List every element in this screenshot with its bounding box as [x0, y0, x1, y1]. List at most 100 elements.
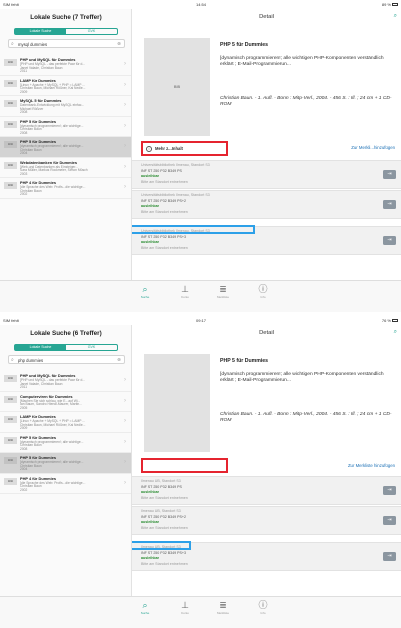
segment-gvk[interactable]: GVK: [66, 29, 117, 34]
item-year: 2004: [20, 467, 28, 471]
chevron-right-icon: ›: [124, 61, 126, 67]
list-item[interactable]: BIB PHP und MySQL für Dummies [PHP und MyS…: [0, 55, 131, 76]
list-item[interactable]: BIB Computerviren für Dummies [Machen Sie …: [0, 391, 131, 412]
share-icon[interactable]: ⇥: [383, 552, 396, 561]
search-field[interactable]: ⌕ mysql dummies ⊗: [8, 39, 125, 48]
search-input[interactable]: mysql dummies: [18, 42, 47, 47]
item-year: 2002: [20, 487, 28, 492]
list-item-selected[interactable]: BIB PHP 5 für Dummies [dynamisch programmi…: [0, 453, 131, 474]
tab-account[interactable]: ⊥ Konto: [170, 284, 200, 299]
detail-panel: Detail ⌕ BIB PHP 5 für Dummies [dynamisc…: [132, 9, 401, 280]
location-signature: INF ST 250 P32 B349 PS+3: [141, 234, 186, 239]
tab-label: Suche: [140, 295, 150, 299]
item-authors: Christian Baun: [20, 484, 42, 488]
list-item[interactable]: BIB Webdatenbanken für Dummies [Web-und Da…: [0, 157, 131, 178]
tab-label: Konto: [181, 295, 189, 299]
location-availability: ausleihbar: [141, 204, 159, 208]
share-icon[interactable]: ⇥: [383, 516, 396, 525]
chevron-right-icon: ›: [124, 184, 126, 190]
location-signature: INF ST 250 P32 B349 PS+2: [141, 514, 186, 519]
search-icon[interactable]: ⌕: [394, 13, 397, 20]
more-contents-button[interactable]: i Mehr z...Inhalt: [141, 141, 228, 156]
list-item-selected[interactable]: BIB PHP 5 für Dummies [dynamisch programmi…: [0, 137, 131, 158]
tab-bar: ⌕ Suche ⊥ Konto ≣ Merkliste ⓘ Info: [0, 596, 401, 628]
search-field[interactable]: ⌕ php dummies ⊗: [8, 355, 125, 364]
location-row: Ilmenau UB, Standort S3 INF ST 250 P32 B…: [132, 476, 401, 505]
clear-search-icon[interactable]: ⊗: [117, 41, 121, 47]
share-icon[interactable]: ⇥: [383, 236, 396, 245]
cover-thumbnail: BIB: [4, 100, 17, 107]
item-authors: Christian Baun: [20, 188, 42, 193]
cover-thumbnail: BIB: [4, 457, 17, 464]
chevron-right-icon: ›: [124, 143, 126, 149]
clock: 09:17: [196, 318, 207, 323]
search-scope-segmented-control: Lokale Suche GVK: [14, 28, 118, 35]
detail-title: Detail: [259, 14, 274, 20]
info-icon: i: [146, 145, 152, 152]
location-library: Ilmenau UB, Standort S3: [141, 479, 181, 483]
location-note: Bitte am Standort entnehmen: [141, 561, 188, 566]
location-signature: INF ST 250 P32 B349 PS: [141, 484, 182, 489]
tab-watchlist[interactable]: ≣ Merkliste: [208, 284, 238, 299]
tab-account[interactable]: ⊥ Konto: [170, 600, 200, 615]
tab-search[interactable]: ⌕ Suche: [130, 284, 160, 299]
location-note: Bitte am Standort entnehmen: [141, 495, 188, 500]
share-icon[interactable]: ⇥: [383, 170, 396, 179]
tab-label: Merkliste: [216, 295, 229, 299]
share-icon[interactable]: ⇥: [383, 486, 396, 495]
add-to-watchlist-link[interactable]: Zur Merkliste hinzufügen: [348, 463, 395, 468]
cover-thumbnail: BIB: [4, 436, 17, 444]
cover-thumbnail: BIB: [4, 477, 17, 485]
tab-search[interactable]: ⌕ Suche: [130, 600, 160, 615]
item-authors: Christian Baun: [20, 127, 42, 131]
tab-watchlist[interactable]: ≣ Merkliste: [208, 600, 238, 615]
chevron-right-icon: ›: [124, 377, 126, 383]
segment-local-search[interactable]: Lokale Suche: [15, 29, 66, 34]
list-icon: ≣: [219, 284, 227, 294]
list-item[interactable]: BIB LAMP für Dummies [Linux + Apache + MyS…: [0, 75, 131, 96]
list-item[interactable]: BIB MySQL 5 für Dummies Datenbank-Entwickl…: [0, 96, 131, 117]
location-note: Bitte am Standort entnehmen: [141, 179, 188, 184]
clock: 14:54: [196, 2, 207, 7]
list-item[interactable]: BIB PHP und MySQL für Dummies [PHP und MyS…: [0, 371, 131, 392]
item-year: 2009: [20, 426, 28, 430]
search-input[interactable]: php dummies: [18, 358, 43, 363]
item-year: 2002: [20, 192, 28, 196]
tab-info[interactable]: ⓘ Info: [248, 284, 278, 299]
tab-bar: ⌕ Suche ⊥ Konto ≣ Merkliste ⓘ Info: [0, 280, 401, 312]
list-item[interactable]: BIB PHP 4 für Dummies [die Sprache des Web…: [0, 178, 131, 199]
share-icon[interactable]: ⇥: [383, 200, 396, 209]
results-title: Lokale Suche (7 Treffer): [30, 14, 102, 21]
cover-thumbnail: BIB: [4, 395, 17, 403]
highlight-missing-button: [141, 458, 228, 473]
segment-gvk[interactable]: GVK: [66, 345, 117, 350]
tab-info[interactable]: ⓘ Info: [248, 600, 278, 615]
chevron-right-icon: ›: [124, 418, 126, 424]
segment-local-search[interactable]: Lokale Suche: [15, 345, 66, 350]
book-description: [dynamisch programmieren!; alle wichtige…: [220, 56, 384, 68]
results-panel: Lokale Suche (7 Treffer) Lokale Suche GV…: [0, 9, 132, 280]
status-bar: SIM fehlt 09:17 76 %: [0, 316, 401, 325]
cover-thumbnail: BIB: [4, 375, 17, 382]
tab-label: Merkliste: [216, 611, 229, 615]
cover-thumbnail: BIB: [4, 120, 17, 128]
book-title: PHP 5 für Dummies: [220, 42, 269, 48]
search-scope-segmented-control: Lokale Suche GVK: [14, 344, 118, 351]
item-authors: Michael Rößner: [20, 106, 44, 111]
cover-thumbnail: BIB: [4, 79, 17, 87]
item-year: 2011: [20, 385, 28, 389]
item-year: 2008: [20, 446, 28, 451]
clear-search-icon[interactable]: ⊗: [117, 357, 121, 363]
list-item[interactable]: BIB PHP 4 für Dummies [die Sprache des Web…: [0, 473, 131, 494]
location-note: Bitte am Standort entnehmen: [141, 245, 188, 250]
search-icon[interactable]: ⌕: [394, 329, 397, 336]
item-authors: Sara Müller, Markus Rockmeier, Simon Müs…: [20, 168, 88, 172]
add-to-watchlist-link[interactable]: Zur Merkli...hinzufügen: [351, 145, 395, 150]
tab-label: Konto: [181, 611, 189, 615]
location-signature: INF ST 250 P32 B349 PS+2: [141, 198, 186, 203]
list-item[interactable]: BIB PHP 5 für Dummies [dynamisch programmi…: [0, 432, 131, 453]
list-item[interactable]: BIB PHP 5 für Dummies [dynamisch programmi…: [0, 116, 131, 137]
location-library: Ilmenau UB, Standort S3: [141, 509, 181, 513]
item-authors: Christian Baun: [20, 147, 42, 152]
list-item[interactable]: BIB LAMP für Dummies [Linux + Apache + MyS…: [0, 412, 131, 433]
